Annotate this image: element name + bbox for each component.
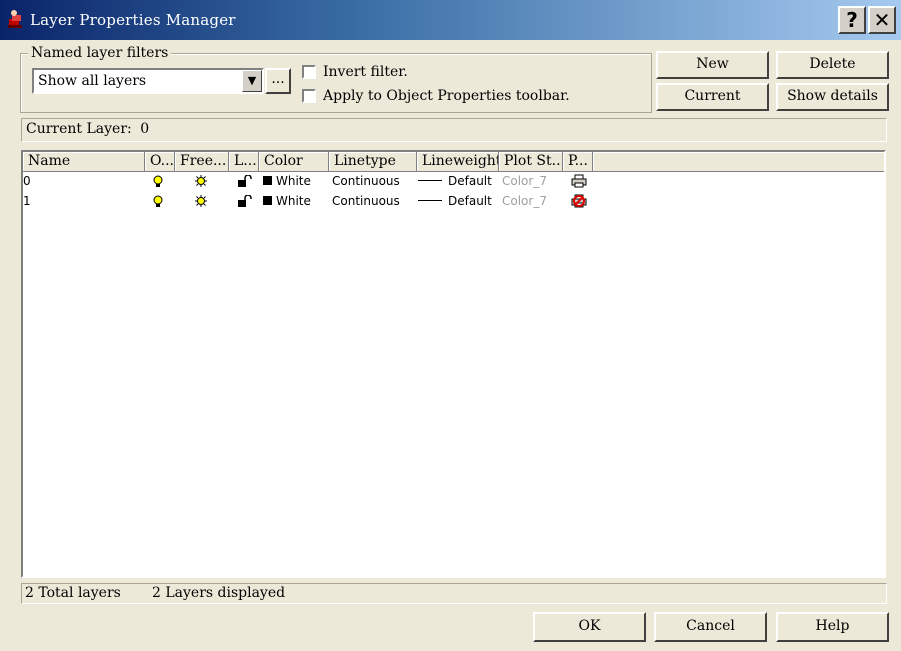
layer-row[interactable]: 0 White Continuous Default Color_7 <box>23 173 884 191</box>
delete-button[interactable]: Delete <box>776 51 889 79</box>
layer-properties-dialog: Layer Properties Manager ? ✕ Named layer… <box>0 0 901 651</box>
sun-thawed-icon[interactable] <box>195 175 207 187</box>
unlocked-icon[interactable] <box>238 195 252 207</box>
printer-no-plot-icon[interactable] <box>571 194 587 208</box>
lightbulb-on-icon[interactable] <box>153 195 163 209</box>
new-button[interactable]: New <box>656 51 769 79</box>
cancel-button[interactable]: Cancel <box>654 612 767 642</box>
window-title: Layer Properties Manager <box>30 11 236 29</box>
col-header-freeze[interactable]: Free... <box>175 152 229 172</box>
displayed-layers-count: 2 Layers displayed <box>152 585 286 601</box>
layer-plot-style[interactable]: Color_7 <box>502 194 547 208</box>
layer-linetype[interactable]: Continuous <box>332 174 400 188</box>
col-header-lineweight[interactable]: Lineweight <box>417 152 499 172</box>
layer-list-header: Name O... Free... L... Color Linetype Li… <box>23 152 884 172</box>
lineweight-sample <box>418 200 442 201</box>
total-layers-count: 2 Total layers <box>25 585 121 601</box>
col-header-lock[interactable]: L... <box>229 152 259 172</box>
current-layer-value: 0 <box>140 121 150 137</box>
sun-thawed-icon[interactable] <box>195 195 207 207</box>
current-layer-label: Current Layer: <box>26 121 132 137</box>
invert-filter-checkbox[interactable] <box>302 65 316 79</box>
help-titlebar-button[interactable]: ? <box>838 6 866 34</box>
col-header-on[interactable]: O... <box>145 152 175 172</box>
filter-browse-button[interactable]: ... <box>265 68 291 94</box>
layer-row[interactable]: 1 White Continuous Default Color_7 <box>23 193 884 211</box>
color-swatch <box>263 196 272 205</box>
col-header-plot[interactable]: P... <box>563 152 593 172</box>
layer-linetype[interactable]: Continuous <box>332 194 400 208</box>
dropdown-arrow-icon[interactable]: ▼ <box>242 70 262 92</box>
ok-button[interactable]: OK <box>533 612 646 642</box>
layer-plot-style[interactable]: Color_7 <box>502 174 547 188</box>
layer-name[interactable]: 1 <box>23 194 31 208</box>
col-header-plot-style[interactable]: Plot St... <box>499 152 563 172</box>
lineweight-sample <box>418 180 442 181</box>
color-swatch <box>263 176 272 185</box>
layer-filter-dropdown[interactable]: Show all layers ▼ <box>32 68 264 94</box>
layer-lineweight[interactable]: Default <box>418 174 492 188</box>
layer-filter-value: Show all layers <box>38 73 147 89</box>
printer-icon[interactable] <box>571 174 587 188</box>
current-button[interactable]: Current <box>656 83 769 111</box>
col-header-linetype[interactable]: Linetype <box>329 152 417 172</box>
col-header-name[interactable]: Name <box>23 152 145 172</box>
close-button[interactable]: ✕ <box>868 6 896 34</box>
layer-list[interactable]: Name O... Free... L... Color Linetype Li… <box>21 150 886 578</box>
current-layer-readout: Current Layer: 0 <box>26 121 149 137</box>
close-icon: ✕ <box>873 8 891 32</box>
autocad-layers-icon <box>8 10 22 28</box>
show-details-button[interactable]: Show details <box>776 83 889 111</box>
named-layer-filters-label: Named layer filters <box>28 45 172 61</box>
layer-name[interactable]: 0 <box>23 174 31 188</box>
title-bar[interactable]: Layer Properties Manager ? ✕ <box>0 0 901 40</box>
col-header-filler <box>593 152 884 172</box>
layer-lineweight[interactable]: Default <box>418 194 492 208</box>
question-icon: ? <box>846 8 858 32</box>
layer-color[interactable]: White <box>263 194 311 208</box>
unlocked-icon[interactable] <box>238 175 252 187</box>
apply-toolbar-checkbox[interactable] <box>302 89 316 103</box>
lightbulb-on-icon[interactable] <box>153 175 163 189</box>
status-bar: 2 Total layers 2 Layers displayed <box>21 583 887 604</box>
invert-filter-label[interactable]: Invert filter. <box>323 64 408 80</box>
apply-toolbar-label[interactable]: Apply to Object Properties toolbar. <box>323 88 570 104</box>
current-layer-panel <box>21 118 887 142</box>
layer-color[interactable]: White <box>263 174 311 188</box>
help-button[interactable]: Help <box>776 612 889 642</box>
col-header-color[interactable]: Color <box>259 152 329 172</box>
